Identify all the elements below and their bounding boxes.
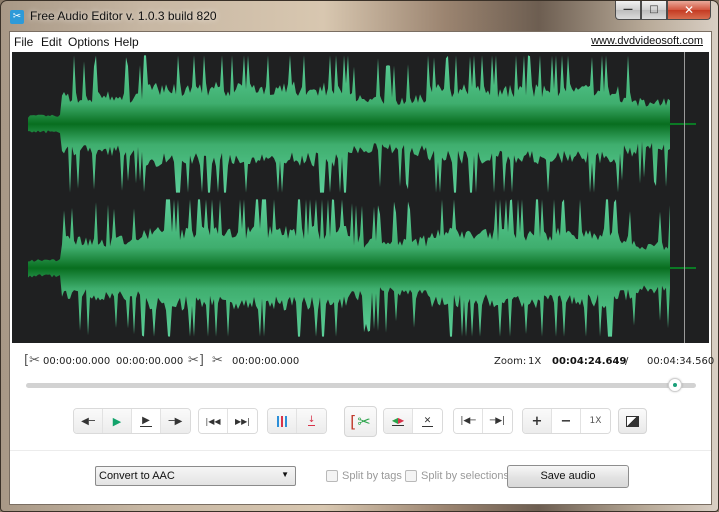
- waveform-display[interactable]: [12, 52, 709, 343]
- zoom-in-button[interactable]: +: [523, 409, 552, 433]
- selection-end-icon[interactable]: ✂]: [188, 353, 204, 368]
- minimize-button[interactable]: —: [615, 1, 641, 20]
- scissors-app-icon: ✂: [10, 10, 24, 24]
- go-to-end-button[interactable]: ▶▶|: [228, 409, 257, 433]
- website-link[interactable]: www.dvdvideosoft.com: [591, 35, 703, 47]
- title-bar[interactable]: ✂ Free Audio Editor v. 1.0.3 build 820 —…: [1, 1, 718, 31]
- window-title: Free Audio Editor v. 1.0.3 build 820: [30, 9, 217, 23]
- scissors-icon: ✂: [357, 412, 371, 431]
- play-icon: ▶: [112, 414, 122, 428]
- cut-button[interactable]: [ ✂: [344, 406, 377, 437]
- insert-marker-button[interactable]: ↓: [297, 409, 326, 433]
- export-image-button[interactable]: [618, 408, 647, 434]
- split-arrows-icon: ◀▶: [391, 416, 405, 426]
- selection-start-time: 00:00:00.000: [43, 356, 111, 367]
- jump-to-selection-end-button[interactable]: ─▶|: [483, 409, 512, 433]
- clear-selection-button[interactable]: ✕: [413, 409, 442, 433]
- skip-forward-icon: ▶▶|: [235, 416, 250, 426]
- split-by-selections-option[interactable]: Split by selections: [405, 470, 509, 482]
- menu-file[interactable]: File: [14, 35, 33, 49]
- play-selection-icon: ▶: [140, 415, 152, 427]
- go-to-start-button[interactable]: |◀◀: [199, 409, 228, 433]
- waveform-channel-left: [28, 55, 696, 193]
- plus-icon: +: [531, 413, 543, 429]
- scissors-cut-icon: [: [350, 412, 357, 431]
- zoom-value: 1X: [528, 356, 542, 367]
- window-controls: — □ ✕: [615, 1, 711, 20]
- save-audio-button[interactable]: Save audio: [507, 465, 629, 488]
- split-by-selections-label: Split by selections: [421, 470, 510, 482]
- divider: [10, 450, 711, 451]
- split-by-tags-checkbox[interactable]: [326, 470, 338, 482]
- selection-length-time: 00:00:00.000: [232, 356, 300, 367]
- waveform-tail: [670, 123, 696, 125]
- maximize-button[interactable]: □: [641, 1, 667, 20]
- markers-icon: [277, 415, 287, 427]
- menu-options[interactable]: Options: [68, 35, 109, 49]
- waveform-canvas[interactable]: [12, 52, 709, 343]
- menu-help[interactable]: Help: [114, 35, 139, 49]
- jump-group: |◀─ ─▶|: [453, 408, 513, 434]
- minus-icon: −: [560, 413, 572, 429]
- selection-end-time: 00:00:00.000: [116, 356, 184, 367]
- total-time: 00:04:34.560: [647, 356, 715, 367]
- add-markers-button[interactable]: [268, 409, 297, 433]
- arrow-left-icon: ◀─: [81, 415, 95, 427]
- arrow-right-icon: ─▶: [168, 415, 183, 427]
- step-back-button[interactable]: ◀─: [74, 409, 103, 433]
- jump-end-icon: ─▶|: [489, 416, 506, 426]
- waveform-tail: [670, 267, 696, 269]
- current-time: 00:04:24.649: [552, 356, 627, 367]
- jump-to-selection-start-button[interactable]: |◀─: [454, 409, 483, 433]
- close-button[interactable]: ✕: [667, 1, 711, 20]
- output-format-select[interactable]: Convert to AAC ▼: [95, 466, 296, 486]
- client-area: File Edit Options Help www.dvdvideosoft.…: [9, 31, 715, 505]
- selection-group: ◀▶ ✕: [383, 408, 443, 434]
- zoom-out-button[interactable]: −: [552, 409, 581, 433]
- waveform-shape: [28, 199, 670, 337]
- navigation-group: |◀◀ ▶▶|: [198, 408, 258, 434]
- split-by-selections-checkbox[interactable]: [405, 470, 417, 482]
- position-slider[interactable]: [26, 378, 696, 392]
- waveform-shape: [28, 55, 670, 193]
- selection-length-icon: ✂: [212, 353, 223, 368]
- editor-toolbar: ◀─ ▶ ▶ ─▶ |◀◀ ▶▶| ↓ [✂ ◀▶ ✕ |◀─ ─▶| + −…: [10, 406, 711, 438]
- menu-edit[interactable]: Edit: [41, 35, 62, 49]
- output-format-value: Convert to AAC: [99, 470, 175, 482]
- zoom-group: + − 1X: [522, 408, 611, 434]
- clear-selection-icon: ✕: [421, 415, 434, 427]
- app-window: ✂ Free Audio Editor v. 1.0.3 build 820 —…: [0, 0, 719, 512]
- waveform-channel-right: [28, 199, 696, 337]
- time-info-row: [✂ 00:00:00.000 00:00:00.000 ✂] ✂ 00:00:…: [10, 353, 715, 372]
- zoom-reset-label: 1X: [589, 416, 602, 426]
- chevron-down-icon: ▼: [281, 470, 289, 479]
- jump-start-icon: |◀─: [460, 416, 476, 426]
- time-separator: /: [625, 356, 629, 367]
- step-forward-button[interactable]: ─▶: [161, 409, 190, 433]
- select-region-button[interactable]: ◀▶: [384, 409, 413, 433]
- markers-group: ↓: [267, 408, 327, 434]
- selection-start-icon[interactable]: [✂: [24, 353, 40, 368]
- play-button[interactable]: ▶: [103, 409, 132, 433]
- transport-group: ◀─ ▶ ▶ ─▶: [73, 408, 191, 434]
- zoom-reset-button[interactable]: 1X: [581, 409, 610, 433]
- split-by-tags-option[interactable]: Split by tags: [326, 470, 402, 482]
- picture-icon: [626, 415, 639, 427]
- play-selection-button[interactable]: ▶: [132, 409, 161, 433]
- arrow-down-red-icon: ↓: [307, 415, 316, 426]
- skip-back-icon: |◀◀: [205, 416, 221, 426]
- menu-bar: File Edit Options Help www.dvdvideosoft.…: [10, 32, 711, 51]
- split-by-tags-label: Split by tags: [342, 470, 402, 482]
- position-slider-thumb[interactable]: [667, 378, 682, 392]
- zoom-label: Zoom:: [494, 356, 527, 367]
